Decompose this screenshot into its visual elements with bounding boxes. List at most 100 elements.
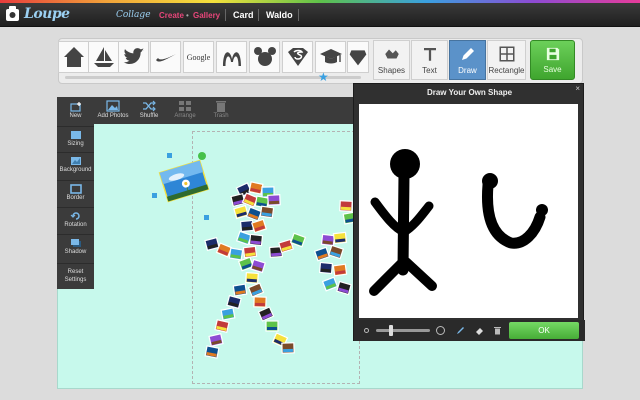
rotation-icon [70, 212, 80, 220]
save-button[interactable]: Save [530, 40, 575, 80]
add-photos-button[interactable]: Add Photos [94, 97, 132, 124]
nav-create[interactable]: Create [159, 11, 184, 20]
shape-twitter-button[interactable] [118, 41, 149, 73]
large-brush-icon [436, 326, 445, 335]
star-icon[interactable]: ★ [318, 71, 329, 83]
floppy-disk-icon [546, 47, 559, 61]
arrange-label: Arrange [174, 113, 196, 119]
border-icon [69, 184, 82, 194]
superman-logo-icon [287, 48, 308, 66]
nav-card[interactable]: Card [233, 10, 254, 20]
nav-dot: • [186, 11, 189, 20]
new-button[interactable]: New [57, 99, 94, 124]
shape-house-button[interactable] [58, 41, 89, 73]
divider [298, 9, 299, 21]
tool-text-label: Text [422, 66, 437, 75]
reset-settings-button[interactable]: Reset Settings [57, 263, 94, 286]
trash-icon [216, 101, 226, 112]
add-photos-label: Add Photos [97, 113, 129, 119]
trash-icon[interactable] [493, 326, 502, 335]
text-icon [423, 48, 436, 61]
twitter-bird-icon [123, 48, 144, 64]
sizing-button[interactable]: Sizing [57, 126, 94, 149]
rotation-label: Rotation [64, 222, 87, 228]
eraser-icon[interactable] [475, 326, 484, 335]
nike-swoosh-icon [155, 54, 176, 62]
shape-sailboat-button[interactable] [88, 41, 119, 73]
nav-gallery[interactable]: Gallery [193, 11, 220, 20]
rotation-button[interactable]: Rotation [57, 207, 94, 230]
mcdonalds-arches-icon [222, 52, 241, 66]
mickey-mouse-icon [253, 47, 276, 66]
brush-size-knob[interactable] [388, 325, 393, 336]
selected-photo[interactable] [156, 158, 212, 204]
drawing-pad[interactable] [359, 104, 578, 318]
reset-settings-label: Reset Settings [64, 269, 87, 283]
shape-nike-button[interactable] [150, 41, 181, 73]
tool-shapes-label: Shapes [377, 66, 406, 75]
ok-button[interactable]: OK [509, 322, 579, 339]
google-logo: Google [186, 52, 211, 62]
tool-text[interactable]: Text [411, 40, 448, 80]
close-icon[interactable]: × [575, 84, 580, 93]
tool-draw-label: Draw [458, 66, 477, 75]
diamond-icon [349, 50, 367, 66]
shadow-button[interactable]: Shadow [57, 234, 94, 257]
background-button[interactable]: Background [57, 152, 94, 175]
new-label: New [69, 113, 82, 119]
background-icon [70, 157, 81, 165]
shuffle-icon [143, 100, 156, 112]
sailboat-icon [93, 47, 114, 67]
rectangle-icon [499, 46, 514, 62]
house-icon [63, 47, 84, 67]
loupe-logo-icon [6, 6, 19, 21]
trash-button[interactable]: Trash [206, 97, 236, 124]
tool-shapes[interactable]: Shapes [373, 40, 410, 80]
small-brush-icon [364, 328, 369, 333]
background-label: Background [59, 167, 92, 173]
shape-graduation-button[interactable] [315, 41, 346, 73]
resize-handle[interactable] [152, 193, 157, 198]
shapes-icon [384, 49, 399, 59]
shape-scroll-slider[interactable] [65, 76, 361, 79]
new-collage-icon [69, 102, 81, 112]
pen-icon[interactable] [456, 326, 465, 335]
save-label: Save [543, 65, 562, 74]
sizing-label: Sizing [67, 141, 84, 147]
resize-handle[interactable] [204, 215, 209, 220]
canvas-guide [192, 131, 360, 384]
shuffle-label: Shuffle [139, 113, 159, 119]
arrange-icon [179, 101, 191, 111]
resize-handle[interactable] [167, 153, 172, 158]
top-bar: Loupe Collage Create • Gallery Card Wald… [0, 3, 640, 27]
shadow-icon [70, 239, 81, 247]
border-button[interactable]: Border [57, 180, 94, 203]
border-label: Border [66, 195, 85, 201]
photo-icon [106, 100, 120, 112]
shuffle-button[interactable]: Shuffle [134, 97, 164, 124]
sizing-icon [70, 131, 81, 139]
shape-superman-button[interactable] [282, 41, 313, 73]
shape-mcdonalds-button[interactable] [216, 41, 247, 73]
tool-rectangle-label: Rectangle [488, 66, 525, 75]
brush-size-slider[interactable] [376, 329, 430, 332]
graduation-cap-icon [319, 49, 342, 64]
rotate-handle[interactable] [198, 152, 206, 160]
trash-label: Trash [213, 113, 229, 119]
tool-draw[interactable]: Draw [449, 40, 486, 80]
dialog-toolbar: OK [354, 320, 585, 341]
tool-rectangle[interactable]: Rectangle [487, 40, 526, 80]
shape-google-button[interactable]: Google [183, 41, 214, 73]
shape-mickey-button[interactable] [249, 41, 280, 73]
draw-shape-dialog: Draw Your Own Shape × OK [353, 83, 585, 341]
arrange-button[interactable]: Arrange [170, 97, 200, 124]
divider [258, 9, 259, 21]
shape-diamond-button[interactable] [347, 41, 369, 73]
brand-suffix: Collage [116, 10, 151, 20]
pen-icon [461, 48, 474, 60]
shadow-label: Shadow [64, 249, 87, 255]
nav-waldo[interactable]: Waldo [266, 10, 293, 20]
dialog-title: Draw Your Own Shape [426, 88, 513, 97]
brand-name[interactable]: Loupe [24, 6, 70, 22]
divider [225, 9, 226, 21]
